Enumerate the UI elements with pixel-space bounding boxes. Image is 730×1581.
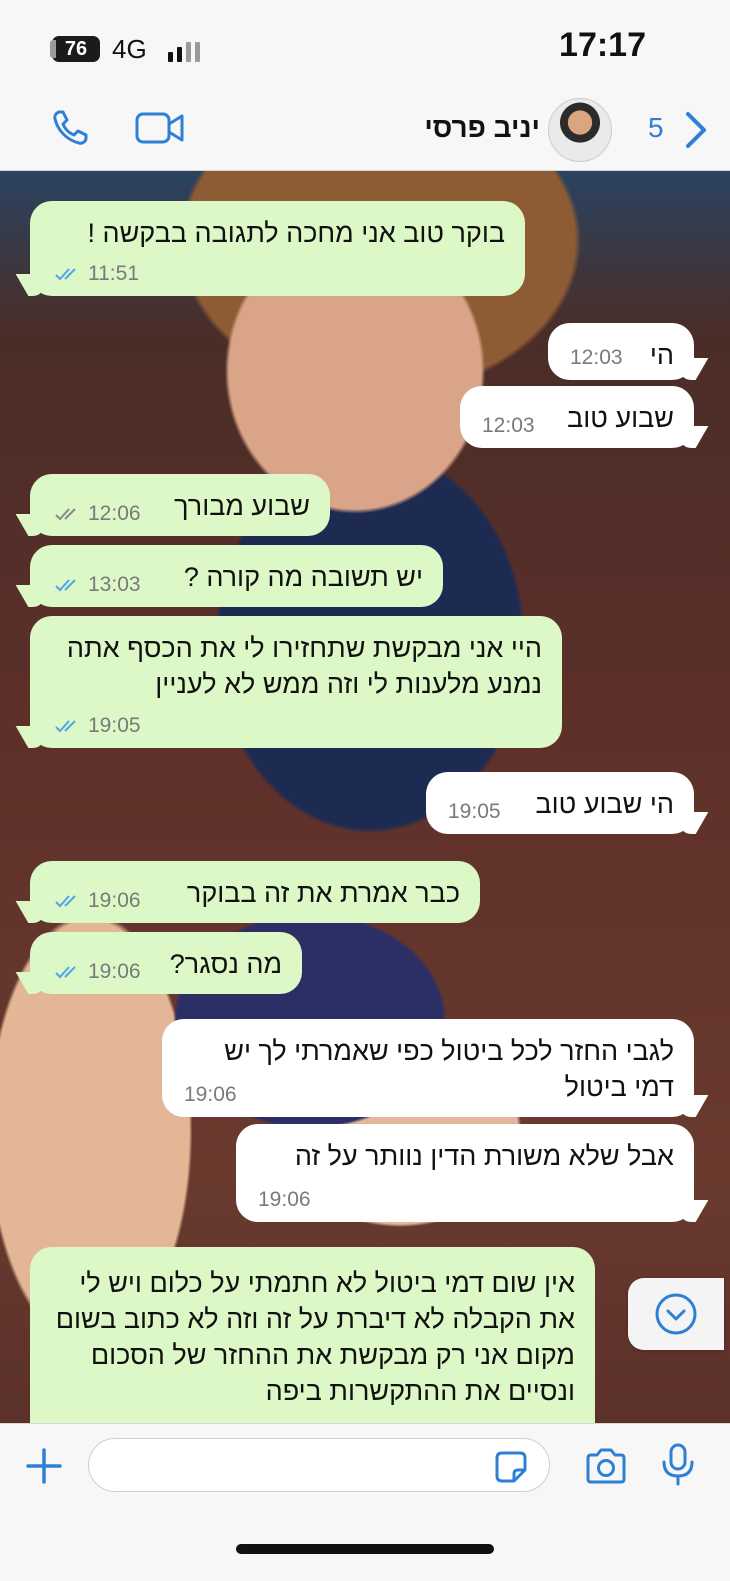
microphone-icon[interactable] [660,1442,696,1488]
message-meta: 19:06 [184,1083,237,1107]
chevron-down-circle-icon [655,1293,697,1335]
video-icon[interactable] [134,110,186,146]
message-meta: 12:03 [570,346,623,370]
message-meta: 19:05 [54,714,141,738]
message-meta: 13:03 [54,573,141,597]
read-ticks-icon [55,895,76,908]
home-indicator [236,1544,494,1554]
message-bubble[interactable]: היי אני מבקשת שתחזירו לי את הכסף אתה נמנ… [30,616,562,748]
contact-name[interactable]: יניב פרסי [424,112,540,144]
message-time: 12:06 [88,502,141,525]
message-bubble[interactable]: בוקר טוב אני מחכה לתגובה בבקשה ! 11:51 [30,201,525,296]
back-chevron-icon[interactable] [680,110,710,150]
composer-bar [0,1423,730,1581]
message-bubble[interactable]: כבר אמרת את זה בבוקר 19:06 [30,861,480,923]
message-text: היי אני מבקשת שתחזירו לי את הכסף אתה נמנ… [66,633,542,699]
message-list[interactable]: בוקר טוב אני מחכה לתגובה בבקשה ! 11:51 ה… [0,171,730,1423]
unread-count[interactable]: 5 [648,112,664,144]
battery-indicator: 76 [50,36,100,62]
status-time: 17:17 [559,26,646,64]
message-time: 19:05 [88,714,141,737]
plus-icon[interactable] [24,1446,64,1486]
message-input[interactable] [88,1438,550,1492]
avatar[interactable] [548,98,612,162]
message-meta: 19:06 [54,889,141,913]
camera-icon[interactable] [584,1446,628,1486]
message-bubble[interactable]: יש תשובה מה קורה ? 13:03 [30,545,443,607]
message-bubble[interactable]: הי שבוע טוב 19:05 [426,772,694,834]
read-ticks-icon [55,720,76,733]
read-ticks-icon [55,579,76,592]
message-bubble[interactable]: הי 12:03 [548,323,694,380]
message-meta: 12:06 [54,502,141,526]
sticker-icon[interactable] [494,1450,528,1484]
message-meta: 11:51 [54,262,139,286]
message-text: לגבי החזר לכל ביטול כפי שאמרתי לך יש דמי… [224,1036,674,1102]
battery-level: 76 [64,37,88,60]
message-time: 19:06 [88,960,141,983]
message-text: בוקר טוב אני מחכה לתגובה בבקשה ! [87,218,505,248]
scroll-to-bottom-button[interactable] [628,1278,724,1350]
message-time: 11:51 [88,262,139,285]
message-bubble[interactable]: אבל שלא משורת הדין נוותר על זה 19:06 [236,1124,694,1222]
message-time: 13:03 [88,573,141,596]
message-time: 19:06 [88,889,141,912]
delivered-ticks-icon [55,508,76,521]
signal-icon [168,40,200,62]
message-meta: 19:05 [448,800,501,824]
message-time: 19:06 [258,1188,311,1211]
message-meta: 19:06 [54,960,141,984]
message-time: 12:03 [482,414,535,437]
message-meta: 19:06 [258,1188,311,1212]
status-bar: 76 4G 17:17 [0,0,730,90]
chat-header: יניב פרסי 5 [0,90,730,171]
message-time: 19:06 [184,1083,237,1106]
message-bubble[interactable]: שבוע מבורך 12:06 [30,474,330,536]
message-meta: 12:03 [482,414,535,438]
read-ticks-icon [55,268,76,281]
message-bubble[interactable]: אין שום דמי ביטול לא חתמתי על כלום ויש ל… [30,1247,595,1423]
message-text: אבל שלא משורת הדין נוותר על זה [294,1141,674,1171]
message-bubble[interactable]: שבוע טוב 12:03 [460,386,694,448]
phone-icon[interactable] [50,108,90,148]
message-text: אין שום דמי ביטול לא חתמתי על כלום ויש ל… [55,1268,575,1406]
network-type: 4G [112,34,147,64]
message-time: 12:03 [570,346,623,369]
read-ticks-icon [55,966,76,979]
message-time: 19:05 [448,800,501,823]
message-bubble[interactable]: מה נסגר? 19:06 [30,932,302,994]
message-bubble[interactable]: לגבי החזר לכל ביטול כפי שאמרתי לך יש דמי… [162,1019,694,1117]
